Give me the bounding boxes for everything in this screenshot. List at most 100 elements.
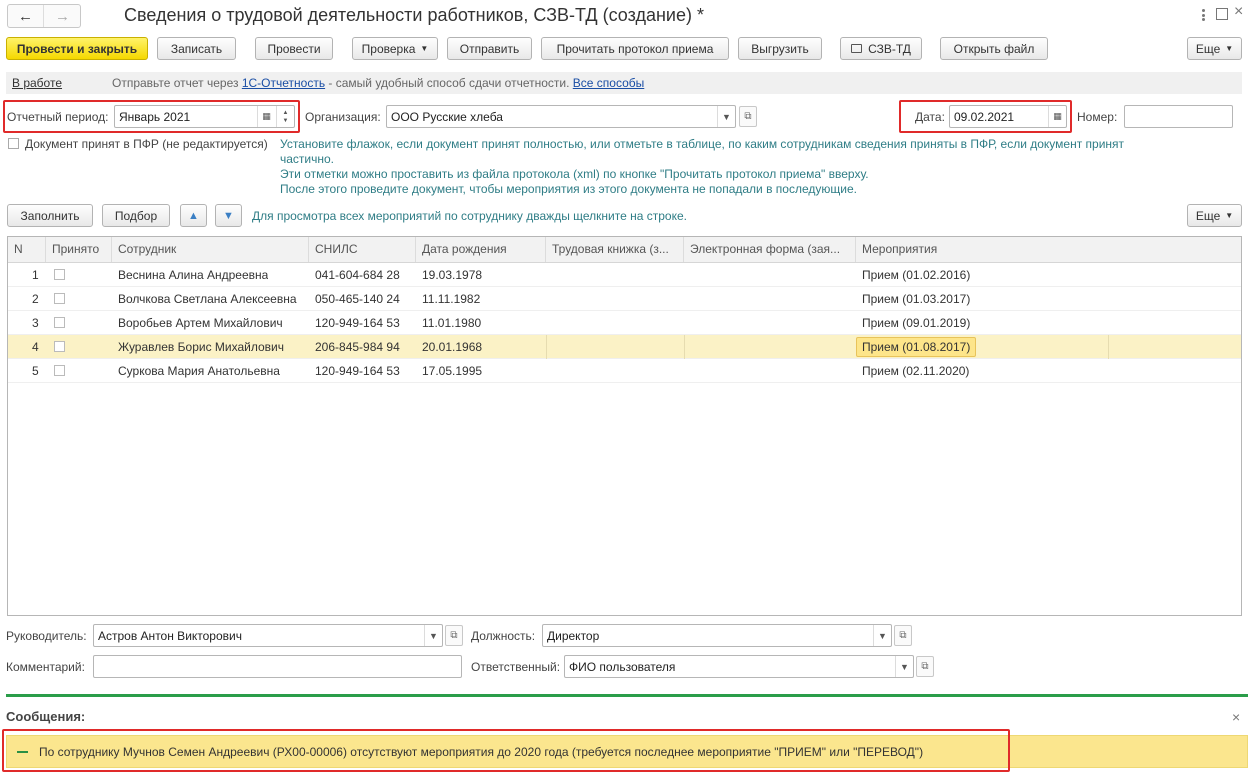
read-protocol-button[interactable]: Прочитать протокол приема bbox=[541, 37, 729, 60]
dropdown-arrow-icon: ▼ bbox=[420, 44, 429, 53]
row-accepted-checkbox[interactable] bbox=[54, 293, 65, 304]
row-birth-date: 20.01.1968 bbox=[422, 340, 483, 354]
row-cell-divider bbox=[1108, 335, 1109, 359]
organization-label: Организация: bbox=[305, 110, 381, 124]
messages-close-icon[interactable]: × bbox=[1232, 709, 1240, 725]
accepted-hint-4: После этого проведите документ, чтобы ме… bbox=[280, 182, 857, 196]
post-button[interactable]: Провести bbox=[255, 37, 333, 60]
check-dropdown-button[interactable]: Проверка ▼ bbox=[352, 37, 438, 60]
responsible-label: Ответственный: bbox=[471, 660, 561, 674]
period-highlight bbox=[3, 100, 300, 133]
row-employee: Веснина Алина Андреевна bbox=[118, 268, 269, 282]
position-label: Должность: bbox=[471, 629, 536, 643]
chevron-down-icon[interactable]: ▼ bbox=[424, 625, 442, 646]
row-accepted-checkbox[interactable] bbox=[54, 317, 65, 328]
table-row[interactable]: 3 Воробьев Артем Михайлович 120-949-164 … bbox=[8, 311, 1241, 335]
window-menu-icon[interactable] bbox=[1196, 7, 1210, 23]
open-organization-icon[interactable]: ⧉ bbox=[739, 106, 757, 127]
table-row-selected[interactable]: 4 Журавлев Борис Михайлович 206-845-984 … bbox=[8, 335, 1241, 359]
row-cell-divider bbox=[546, 335, 547, 359]
organization-field[interactable]: ООО Русские хлеба ▼ bbox=[386, 105, 736, 128]
row-snils: 120-949-164 53 bbox=[315, 364, 400, 378]
table-more-label: Еще bbox=[1195, 208, 1221, 223]
export-button[interactable]: Выгрузить bbox=[738, 37, 822, 60]
status-state-link[interactable]: В работе bbox=[12, 76, 62, 90]
check-label: Проверка bbox=[361, 41, 416, 56]
row-accepted-checkbox[interactable] bbox=[54, 341, 65, 352]
arrow-right-icon: → bbox=[55, 7, 70, 25]
col-employee[interactable]: Сотрудник bbox=[112, 237, 309, 262]
number-field[interactable] bbox=[1124, 105, 1233, 128]
col-snils[interactable]: СНИЛС bbox=[309, 237, 416, 262]
position-field[interactable]: Директор ▼ bbox=[542, 624, 892, 647]
row-number: 5 bbox=[32, 364, 39, 378]
row-accepted-checkbox[interactable] bbox=[54, 269, 65, 280]
ad-text-before: Отправьте отчет через bbox=[112, 76, 242, 90]
maximize-icon[interactable] bbox=[1216, 8, 1228, 20]
fill-button[interactable]: Заполнить bbox=[7, 204, 93, 227]
dropdown-arrow-icon: ▼ bbox=[1225, 44, 1234, 53]
open-responsible-icon[interactable]: ⧉ bbox=[916, 656, 934, 677]
select-button[interactable]: Подбор bbox=[102, 204, 170, 227]
chevron-down-icon[interactable]: ▼ bbox=[873, 625, 891, 646]
col-birth-date[interactable]: Дата рождения bbox=[416, 237, 546, 262]
arrow-left-icon: ← bbox=[18, 7, 33, 25]
row-employee: Волчкова Светлана Алексеевна bbox=[118, 292, 297, 306]
messages-divider bbox=[6, 694, 1248, 697]
table-row[interactable]: 2 Волчкова Светлана Алексеевна 050-465-1… bbox=[8, 287, 1241, 311]
row-number: 3 bbox=[32, 316, 39, 330]
table-more-button[interactable]: Еще ▼ bbox=[1187, 204, 1242, 227]
row-events-current-cell[interactable]: Прием (01.08.2017) bbox=[856, 337, 977, 357]
row-snils: 041-604-684 28 bbox=[315, 268, 400, 282]
responsible-field[interactable]: ФИО пользователя ▼ bbox=[564, 655, 914, 678]
print-szv-button[interactable]: СЗВ-ТД bbox=[840, 37, 922, 60]
save-button[interactable]: Записать bbox=[157, 37, 236, 60]
move-down-button[interactable]: ▼ bbox=[215, 204, 242, 227]
table-row[interactable]: 1 Веснина Алина Андреевна 041-604-684 28… bbox=[8, 263, 1241, 287]
accepted-checkbox[interactable] bbox=[8, 138, 19, 149]
ad-text-after: - самый удобный способ сдачи отчетности. bbox=[325, 76, 573, 90]
open-head-icon[interactable]: ⧉ bbox=[445, 625, 463, 646]
dropdown-arrow-icon: ▼ bbox=[1225, 211, 1234, 220]
table-row[interactable]: 5 Суркова Мария Анатольевна 120-949-164 … bbox=[8, 359, 1241, 383]
all-ways-link[interactable]: Все способы bbox=[573, 76, 645, 90]
row-employee: Воробьев Артем Михайлович bbox=[118, 316, 283, 330]
row-events: Прием (01.02.2016) bbox=[862, 268, 971, 282]
close-icon[interactable]: × bbox=[1234, 3, 1243, 21]
col-events[interactable]: Мероприятия bbox=[856, 237, 1241, 262]
row-number: 2 bbox=[32, 292, 39, 306]
open-position-icon[interactable]: ⧉ bbox=[894, 625, 912, 646]
post-and-close-button[interactable]: Провести и закрыть bbox=[6, 37, 148, 60]
reporting-ad-line: Отправьте отчет через 1С-Отчетность - са… bbox=[112, 76, 644, 90]
row-accepted-checkbox[interactable] bbox=[54, 365, 65, 376]
employees-table[interactable]: N Принято Сотрудник СНИЛС Дата рождения … bbox=[7, 236, 1242, 616]
comment-field[interactable] bbox=[93, 655, 462, 678]
nav-group: ← → bbox=[7, 4, 81, 28]
chevron-down-icon[interactable]: ▼ bbox=[895, 656, 913, 677]
reporting-link[interactable]: 1С-Отчетность bbox=[242, 76, 325, 90]
row-employee: Журавлев Борис Михайлович bbox=[118, 340, 284, 354]
chevron-down-icon[interactable]: ▼ bbox=[717, 106, 735, 127]
move-up-button[interactable]: ▲ bbox=[180, 204, 207, 227]
messages-title: Сообщения: bbox=[6, 709, 86, 724]
accepted-label: Документ принят в ПФР (не редактируется) bbox=[25, 137, 268, 151]
printer-icon bbox=[851, 44, 863, 53]
row-cell-divider bbox=[684, 335, 685, 359]
back-button[interactable]: ← bbox=[8, 5, 44, 27]
row-snils: 206-845-984 94 bbox=[315, 340, 400, 354]
open-file-button[interactable]: Открыть файл bbox=[940, 37, 1048, 60]
more-button[interactable]: Еще ▼ bbox=[1187, 37, 1242, 60]
message-highlight bbox=[2, 729, 1010, 772]
col-n[interactable]: N bbox=[8, 237, 46, 262]
row-number: 4 bbox=[32, 340, 39, 354]
forward-button[interactable]: → bbox=[45, 5, 80, 27]
col-work-book[interactable]: Трудовая книжка (з... bbox=[546, 237, 684, 262]
col-accepted[interactable]: Принято bbox=[46, 237, 112, 262]
responsible-value: ФИО пользователя bbox=[569, 659, 676, 674]
head-value: Астров Антон Викторович bbox=[98, 628, 242, 643]
col-electronic-form[interactable]: Электронная форма (зая... bbox=[684, 237, 856, 262]
head-field[interactable]: Астров Антон Викторович ▼ bbox=[93, 624, 443, 647]
send-button[interactable]: Отправить bbox=[447, 37, 532, 60]
row-events: Прием (02.11.2020) bbox=[862, 364, 970, 378]
arrow-up-icon: ▲ bbox=[188, 209, 199, 222]
